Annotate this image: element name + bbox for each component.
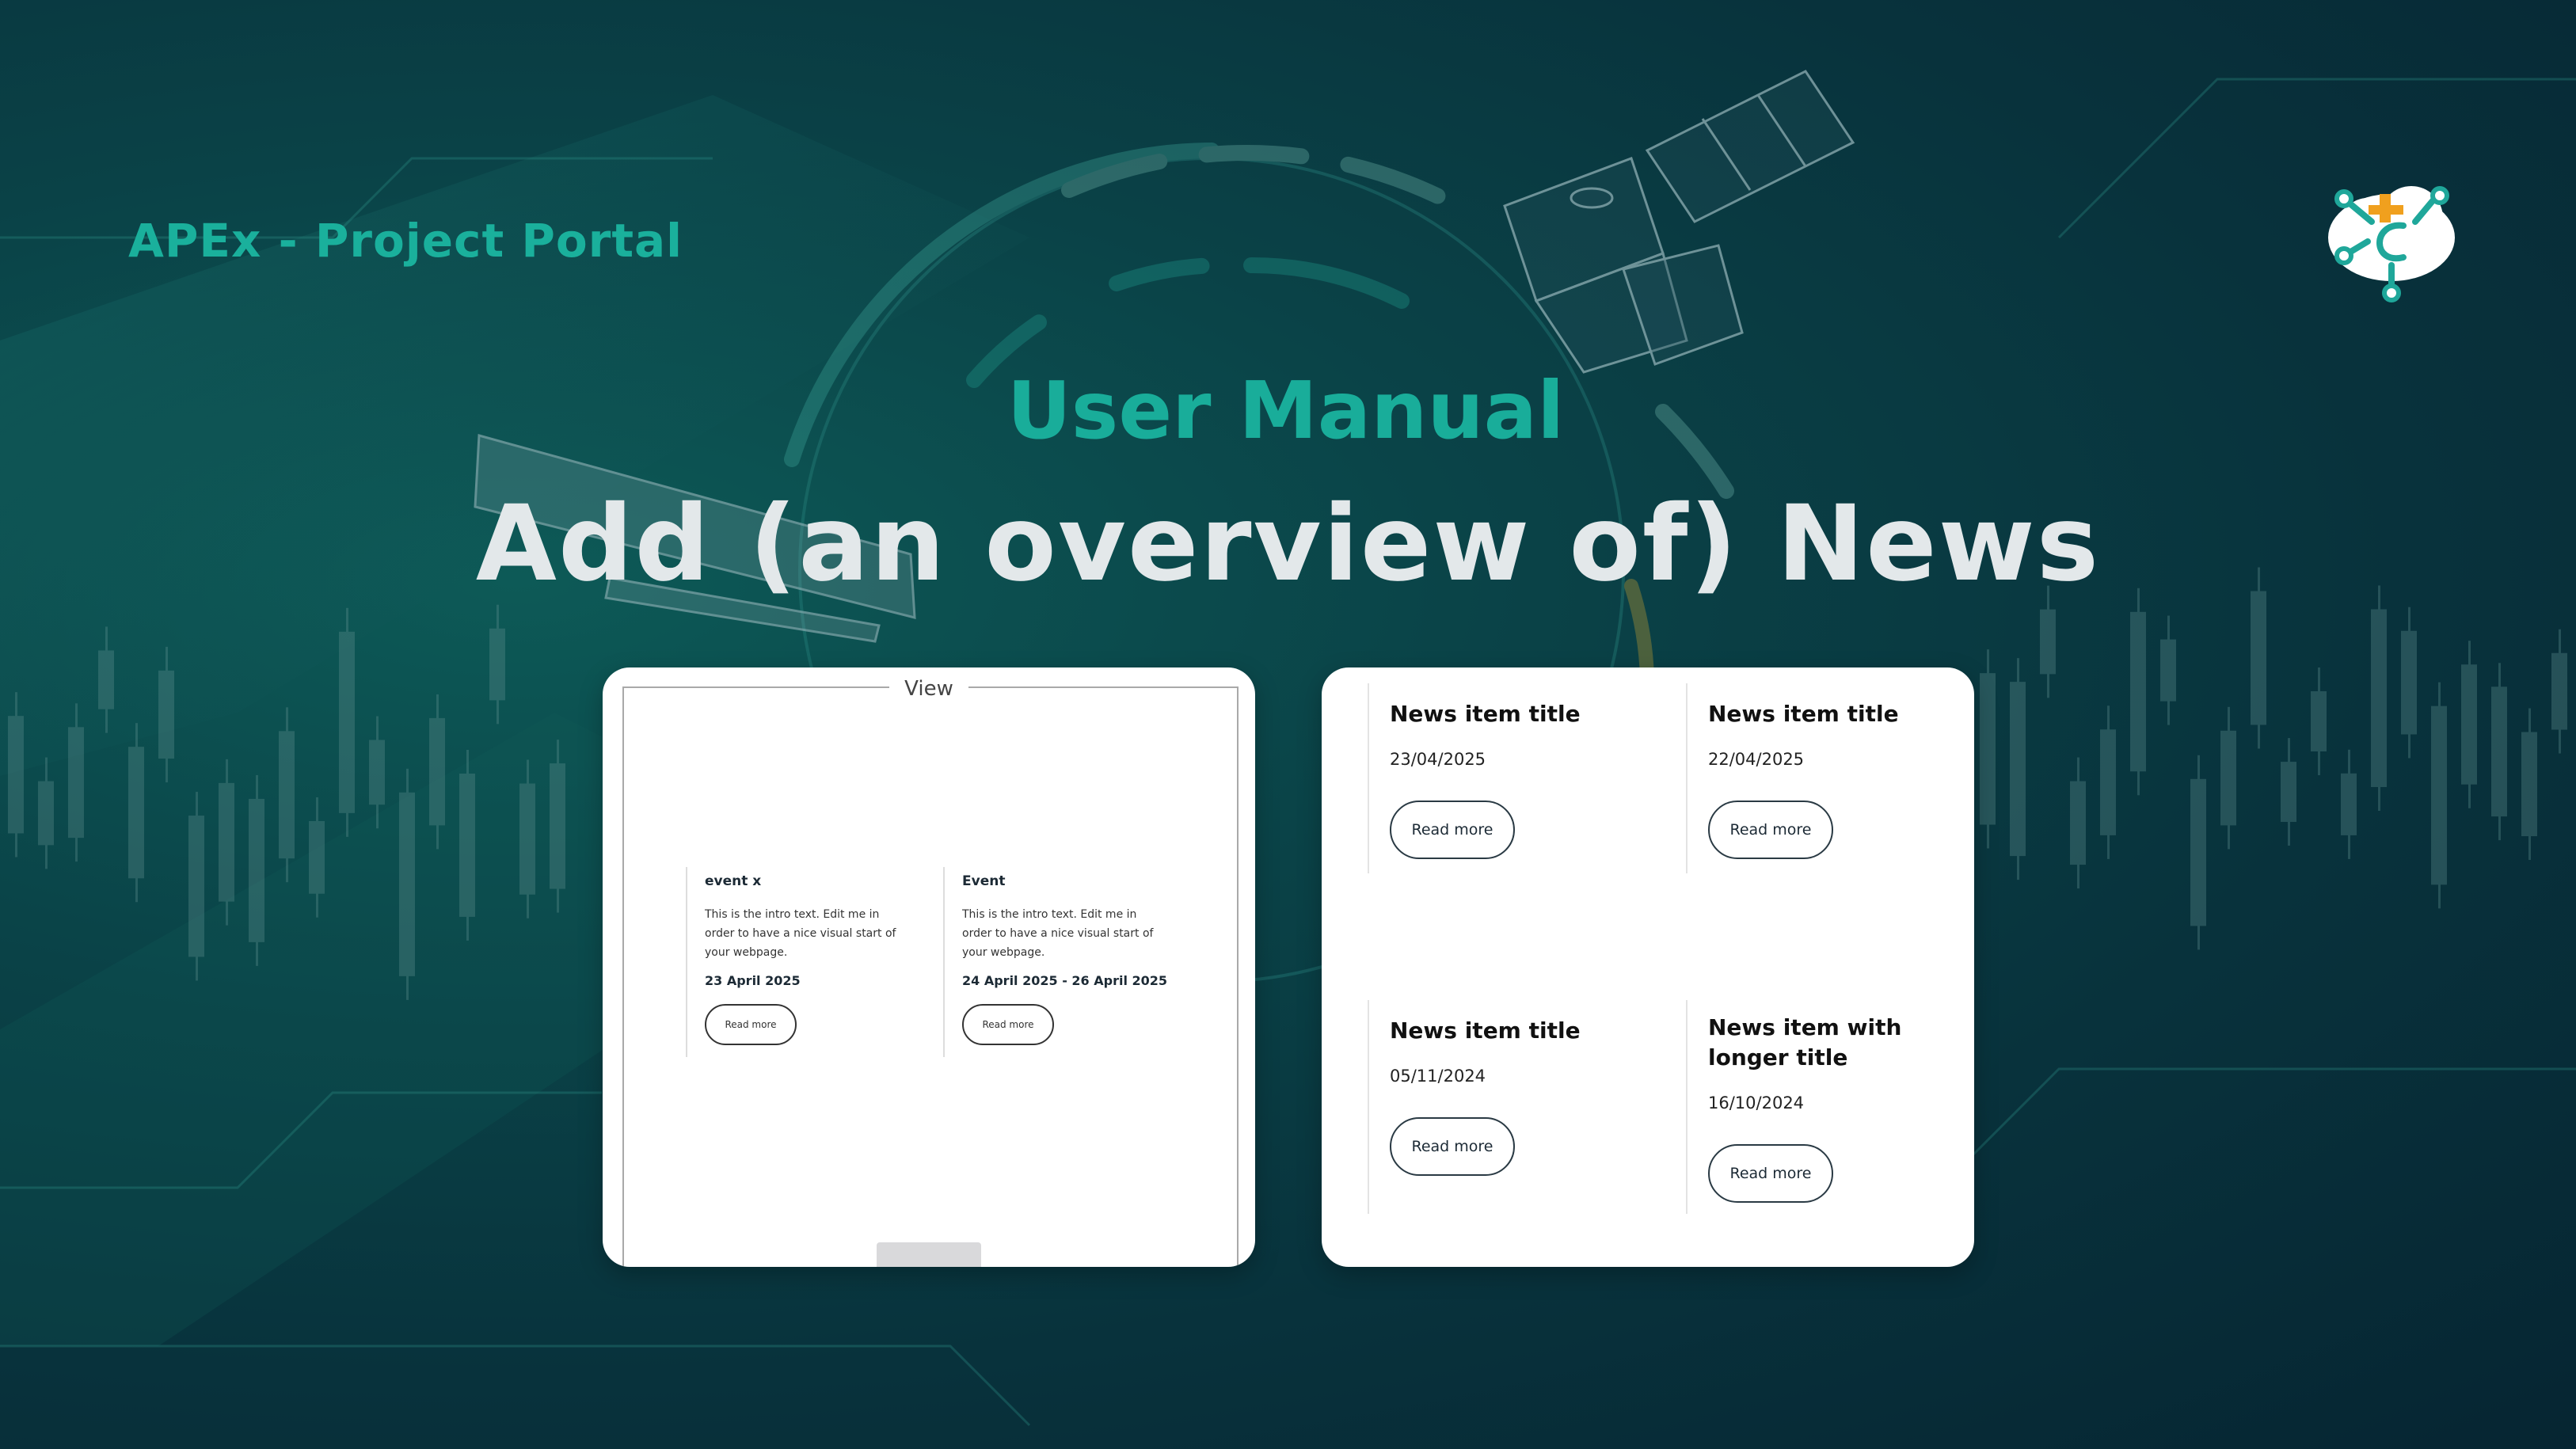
read-more-button[interactable]: Read more <box>1708 1144 1833 1203</box>
decor-wick <box>466 749 469 941</box>
event-title: event x <box>705 873 762 889</box>
page-title: Add (an overview of) News <box>475 483 2101 605</box>
news-date: 23/04/2025 <box>1390 750 1486 769</box>
decor-wick <box>497 604 499 724</box>
manual-subtitle: User Manual <box>1006 364 1565 457</box>
decor-wick <box>2408 607 2410 759</box>
decor-wick <box>256 774 258 966</box>
news-item: News item with longer title 16/10/2024 R… <box>1686 1000 1939 1214</box>
read-more-button[interactable]: Read more <box>962 1004 1054 1045</box>
decor-wick <box>45 757 48 869</box>
news-item: News item title 22/04/2025 Read more <box>1686 683 1955 873</box>
decor-wick <box>2528 708 2531 861</box>
decor-wick <box>75 703 78 862</box>
read-more-button[interactable]: Read more <box>1708 801 1833 859</box>
news-date: 16/10/2024 <box>1708 1093 1805 1112</box>
news-overview-preview: News item title 23/04/2025 Read more New… <box>1322 667 1974 1267</box>
decor-wick <box>2288 738 2290 846</box>
event-date: 24 April 2025 - 26 April 2025 <box>962 973 1168 988</box>
decor-wick <box>2318 667 2320 775</box>
news-item: News item title 23/04/2025 Read more <box>1368 683 1669 873</box>
scroll-tab[interactable] <box>877 1242 981 1267</box>
event-item: event x This is the intro text. Edit me … <box>686 867 923 1057</box>
news-title: News item title <box>1390 1017 1581 1044</box>
decor-wick <box>557 740 559 913</box>
event-item: Event This is the intro text. Edit me in… <box>943 867 1181 1057</box>
portal-title: APEx - Project Portal <box>128 214 683 268</box>
event-title: Event <box>962 873 1006 889</box>
decor-wick <box>376 716 379 829</box>
read-more-button[interactable]: Read more <box>1390 1117 1515 1176</box>
decor-wick <box>15 692 17 858</box>
events-view-preview: View event x This is the intro text. Edi… <box>603 667 1255 1267</box>
news-date: 22/04/2025 <box>1708 750 1805 769</box>
decor-wick <box>286 707 288 883</box>
news-item: News item title 05/11/2024 Read more <box>1368 1000 1669 1214</box>
decor-wick <box>2197 755 2200 950</box>
decor-wick <box>436 694 439 850</box>
decor-wick <box>2228 706 2230 850</box>
decor-wick <box>196 792 198 981</box>
news-title: News item with longer title <box>1708 1014 1902 1071</box>
decor-wick <box>166 646 168 783</box>
read-more-button[interactable]: Read more <box>705 1004 797 1045</box>
decor-wick <box>2167 615 2170 725</box>
decor-wick <box>2348 749 2350 859</box>
event-intro: This is the intro text. Edit me in order… <box>705 908 896 959</box>
decor-wick <box>2438 682 2441 909</box>
decor-wick <box>105 626 108 733</box>
event-date: 23 April 2025 <box>705 973 801 988</box>
decor-wick <box>2559 629 2561 754</box>
decor-wick <box>346 607 348 837</box>
decor-wick <box>2137 588 2140 796</box>
decor-wick <box>135 723 138 903</box>
decor-wick <box>2378 585 2380 811</box>
decor-wick <box>2107 705 2110 859</box>
news-date: 05/11/2024 <box>1390 1067 1486 1086</box>
decor-wick <box>2468 641 2471 808</box>
decor-wick <box>406 768 409 1000</box>
decor-wick <box>2077 757 2079 889</box>
decor-wick <box>1987 649 1989 849</box>
read-more-button[interactable]: Read more <box>1390 801 1515 859</box>
decor-wick <box>2017 658 2019 880</box>
decor-wick <box>2498 663 2501 841</box>
apex-cloud-logo-icon <box>2328 186 2455 302</box>
decor-wick <box>527 759 529 918</box>
event-intro: This is the intro text. Edit me in order… <box>962 908 1154 959</box>
news-title: News item title <box>1390 701 1581 727</box>
decor-wick <box>226 759 228 926</box>
decor-wick <box>316 797 318 918</box>
news-title: News item title <box>1708 701 1899 727</box>
view-label: View <box>904 677 953 701</box>
